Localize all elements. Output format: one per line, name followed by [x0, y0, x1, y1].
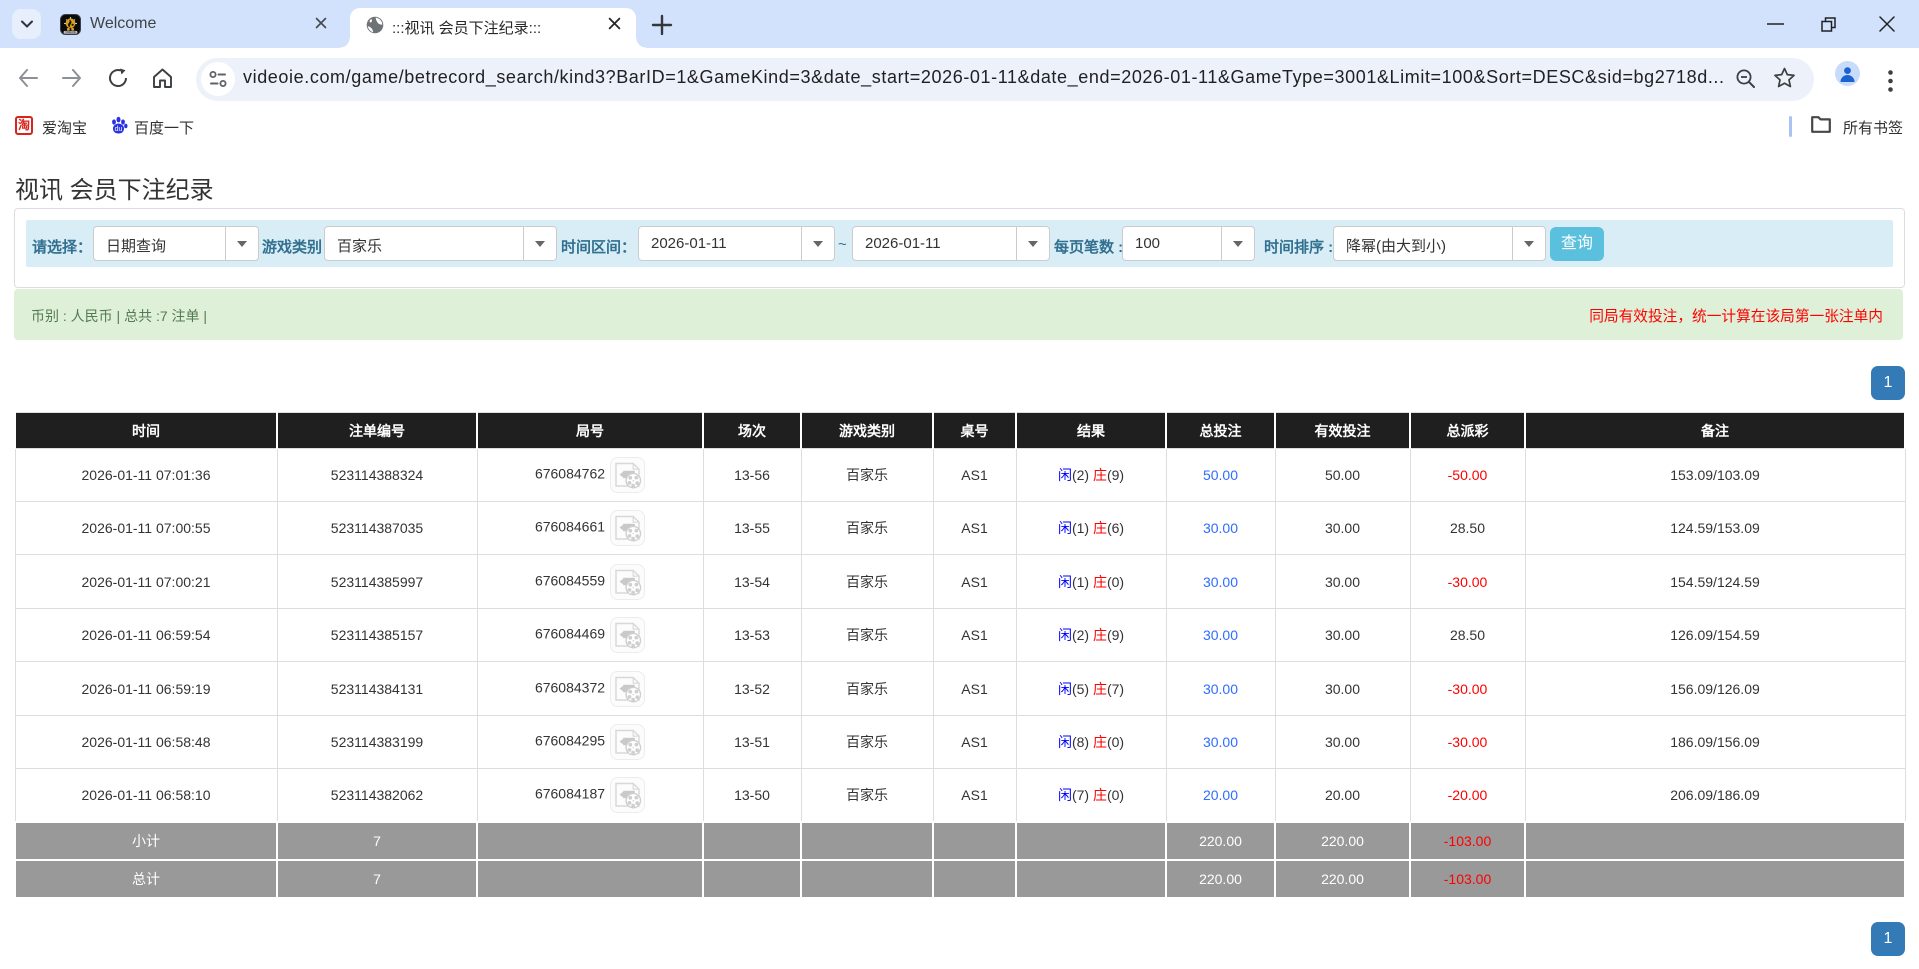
svg-text:VIDEOIE: VIDEOIE — [65, 30, 76, 34]
svg-text:du: du — [115, 126, 123, 133]
